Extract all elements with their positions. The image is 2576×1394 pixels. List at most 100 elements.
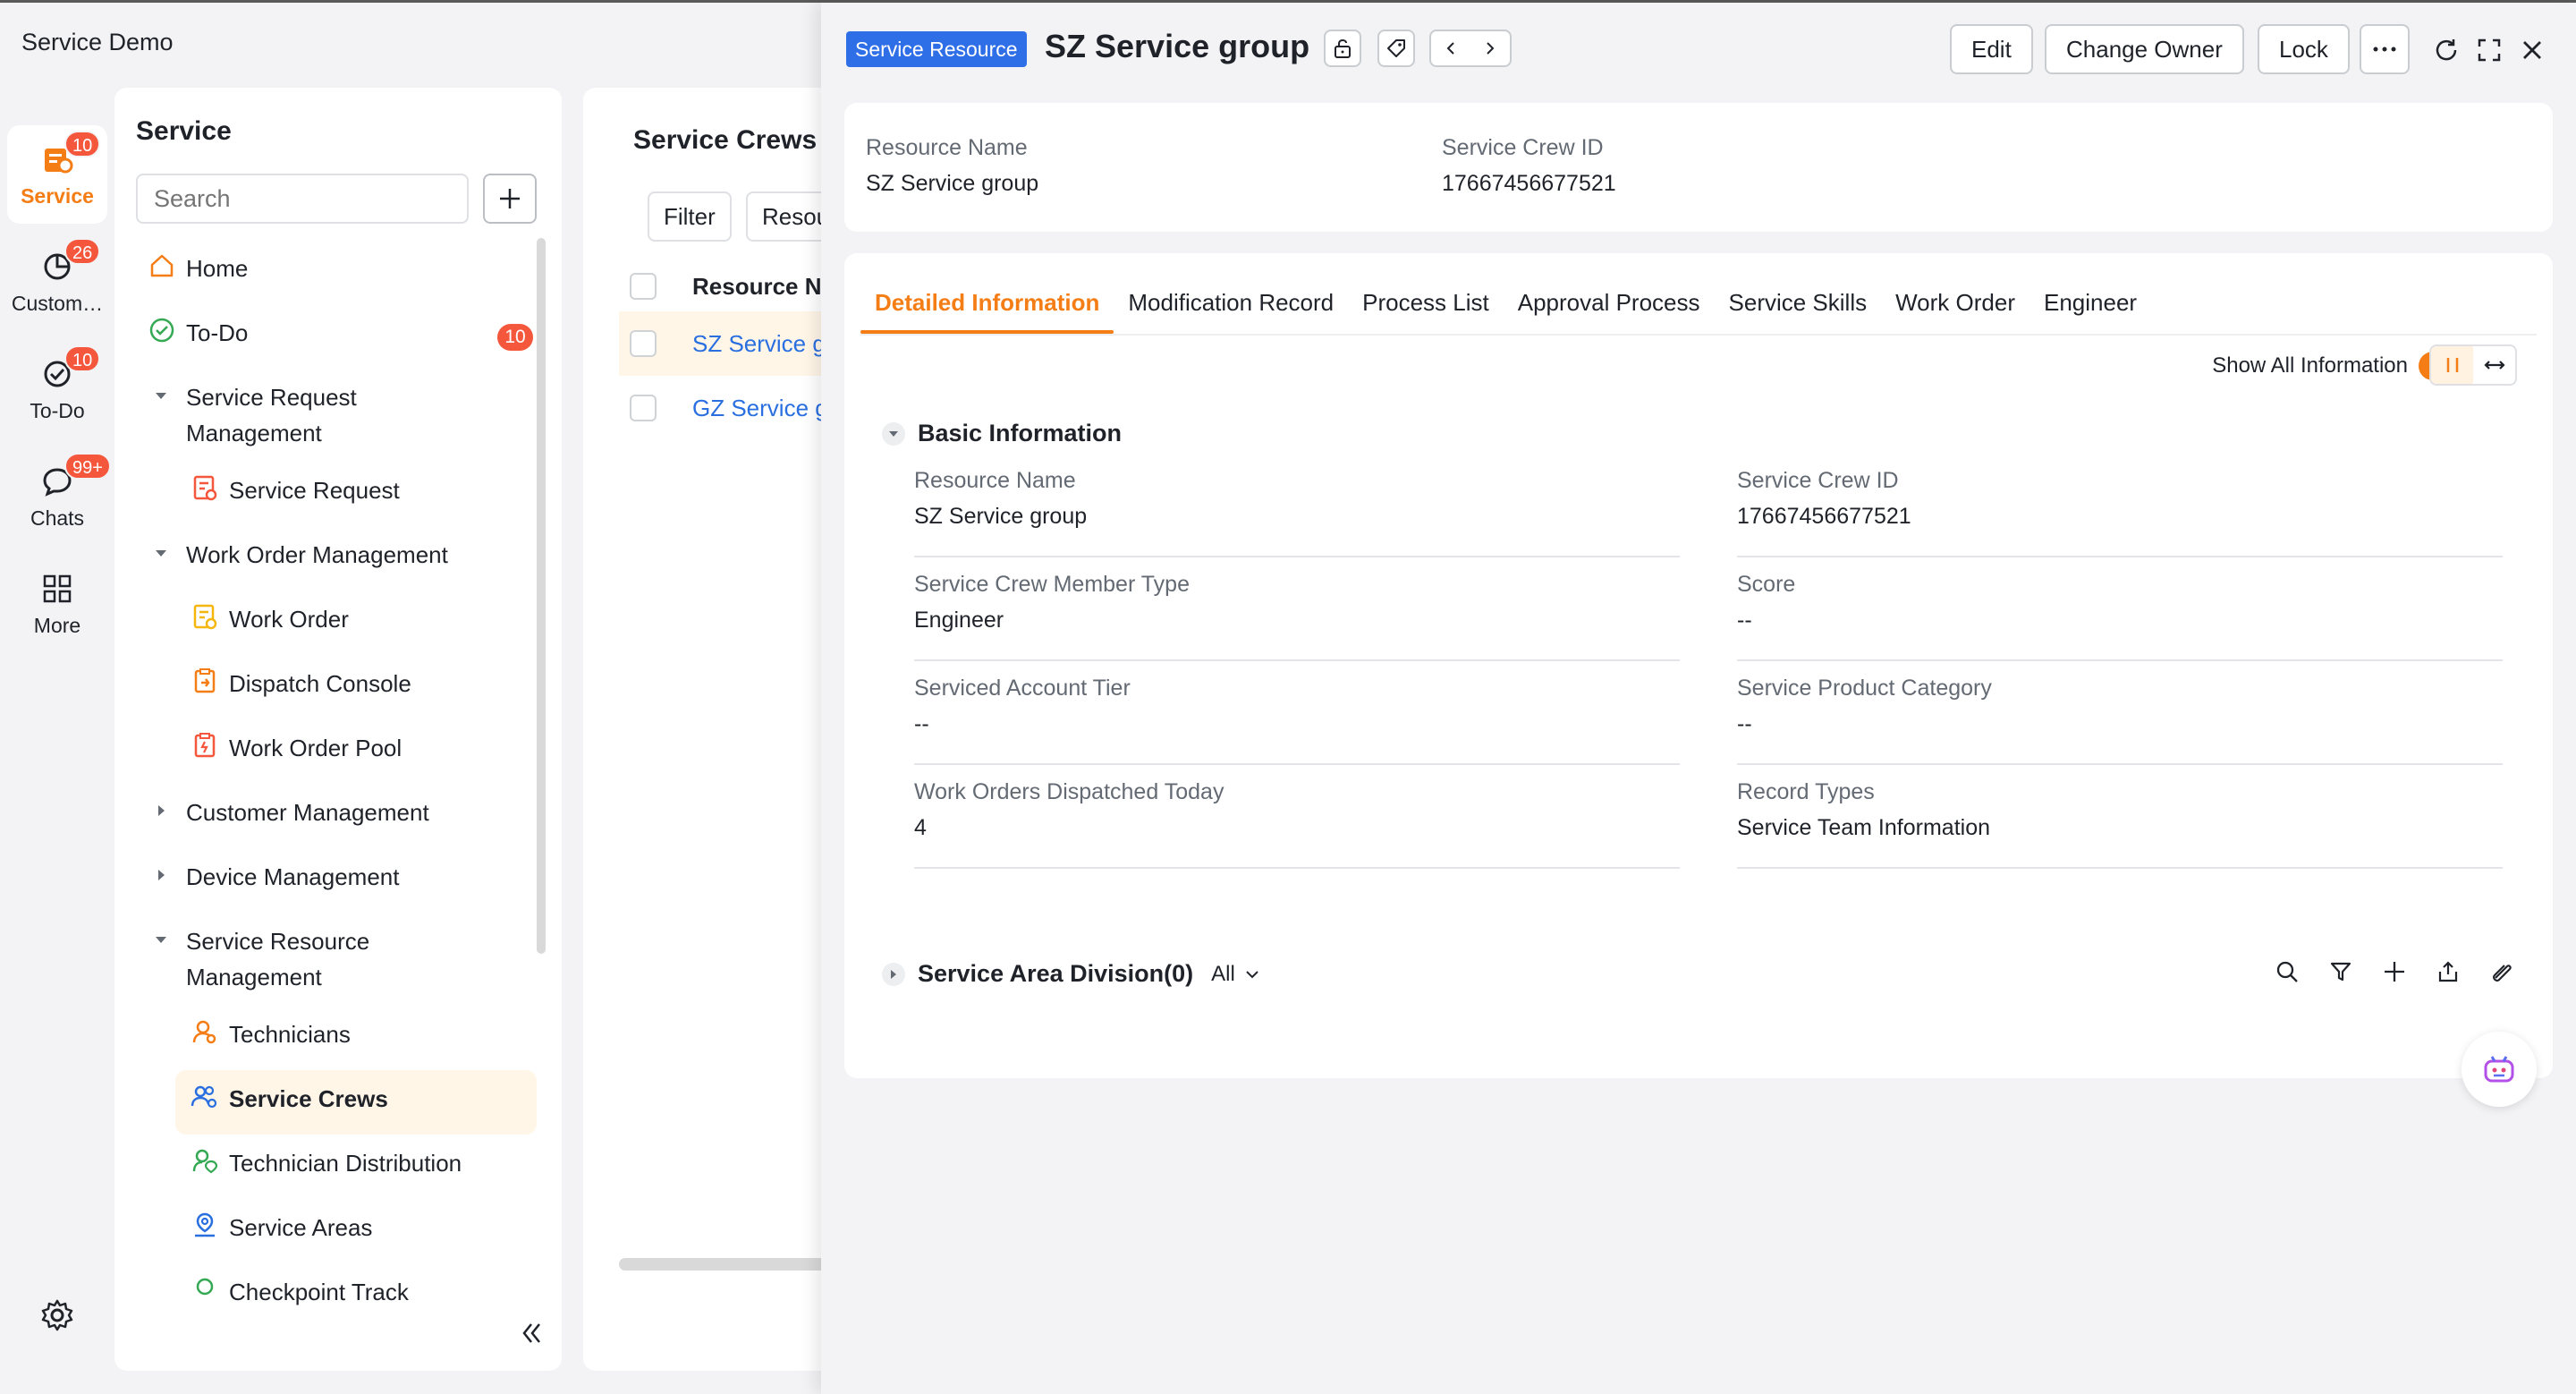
ai-assistant-icon[interactable] <box>2462 1032 2537 1107</box>
rail-badge: 10 <box>64 345 101 372</box>
chevron-right-icon[interactable] <box>1470 31 1510 65</box>
distribution-icon <box>190 1145 220 1176</box>
field-value[interactable]: Engineer <box>914 608 1004 633</box>
nav-group-service-resource[interactable]: Service Resource Management <box>114 913 544 1006</box>
nav-item-technician-distribution[interactable]: Technician Distribution <box>114 1135 544 1199</box>
caret-down-icon <box>882 421 905 446</box>
field-label: Service Crew Member Type <box>914 572 1190 597</box>
field-label: Service Product Category <box>1737 676 1992 701</box>
check-circle-icon <box>147 315 177 345</box>
rail-item-service[interactable]: Service 10 <box>7 125 107 224</box>
nav-group-device[interactable]: Device Management <box>114 848 544 913</box>
more-actions-icon[interactable] <box>2360 24 2410 74</box>
nav-item-service-areas[interactable]: Service Areas <box>114 1199 544 1263</box>
detail-header: Service Resource SZ Service group Edit C… <box>821 3 2576 96</box>
tab-engineer[interactable]: Engineer <box>2029 280 2151 334</box>
work-order-icon <box>190 601 220 632</box>
nav-item-service-crews[interactable]: Service Crews <box>175 1070 537 1135</box>
tag-icon[interactable] <box>1377 30 1415 67</box>
field-value[interactable]: -- <box>1737 711 1752 737</box>
row-checkbox[interactable] <box>630 395 657 421</box>
detail-tabs: Detailed Information Modification Record… <box>860 280 2151 334</box>
tab-approval-process[interactable]: Approval Process <box>1504 280 1715 334</box>
rail-item-customer[interactable]: Custom… 26 <box>7 233 107 331</box>
plus-icon[interactable] <box>2379 956 2410 987</box>
technician-icon <box>190 1016 220 1047</box>
nav-group-label: Service Resource Management <box>186 928 370 990</box>
record-title: SZ Service group <box>1045 28 1310 64</box>
field-value[interactable]: -- <box>914 711 929 737</box>
rail-label: To-Do <box>30 398 85 422</box>
basic-info-section-header[interactable]: Basic Information <box>882 420 1122 447</box>
tab-modification-record[interactable]: Modification Record <box>1114 280 1348 334</box>
nav-item-home[interactable]: Home <box>114 240 544 304</box>
table-row[interactable]: SZ Service g <box>619 311 852 376</box>
fullscreen-icon[interactable] <box>2474 35 2504 65</box>
nav-group-service-request[interactable]: Service Request Management <box>114 369 544 462</box>
row-link[interactable]: SZ Service g <box>692 330 826 358</box>
nav-item-work-order-pool[interactable]: Work Order Pool <box>114 719 544 784</box>
nav-item-label: Service Crews <box>229 1085 388 1112</box>
refresh-icon[interactable] <box>2431 35 2462 65</box>
field-value[interactable]: 4 <box>914 815 927 841</box>
tab-work-order[interactable]: Work Order <box>1881 280 2029 334</box>
rail-item-chats[interactable]: Chats 99+ <box>7 447 111 546</box>
row-checkbox[interactable] <box>630 330 657 357</box>
nav-scrollbar[interactable] <box>537 238 546 954</box>
filter-button[interactable]: Filter <box>648 191 732 242</box>
summary-resource-name-value: SZ Service group <box>866 171 1039 196</box>
attach-edit-icon[interactable] <box>2487 956 2517 987</box>
field-record-types: Record Types Service Team Information <box>1737 779 2503 869</box>
tab-detailed-information[interactable]: Detailed Information <box>860 280 1114 334</box>
dispatch-icon <box>190 666 220 696</box>
select-all-checkbox[interactable] <box>630 273 657 300</box>
unlock-icon[interactable] <box>1324 30 1361 67</box>
nav-search-input[interactable] <box>136 174 469 224</box>
collapse-double-chevron-icon[interactable] <box>515 1317 551 1353</box>
nav-item-checkpoint-track[interactable]: Checkpoint Track <box>114 1263 544 1328</box>
nav-item-label: Checkpoint Track <box>229 1279 409 1305</box>
plus-icon <box>500 189 520 208</box>
service-area-section-header[interactable]: Service Area Division(0) All <box>882 960 1262 988</box>
area-filter-dropdown[interactable]: All <box>1211 962 1262 987</box>
nav-item-technicians[interactable]: Technicians <box>114 1006 544 1070</box>
rail-item-todo[interactable]: To-Do 10 <box>7 340 107 438</box>
tab-process-list[interactable]: Process List <box>1348 280 1504 334</box>
list-horizontal-scrollbar[interactable] <box>619 1258 852 1271</box>
search-icon[interactable] <box>2272 956 2302 987</box>
summary-crew-id-label: Service Crew ID <box>1442 135 1604 160</box>
app-rail: Service 10 Custom… 26 To-Do 10 Chats 99+… <box>0 125 114 662</box>
rail-label: Chats <box>30 506 85 530</box>
nav-group-customer[interactable]: Customer Management <box>114 784 544 848</box>
export-icon[interactable] <box>2433 956 2463 987</box>
row-link[interactable]: GZ Service g <box>692 395 828 422</box>
nav-item-todo[interactable]: To-Do 10 <box>114 304 544 369</box>
column-header-resource-name[interactable]: Resource N <box>692 273 822 301</box>
field-value[interactable]: 17667456677521 <box>1737 504 1911 530</box>
close-icon[interactable] <box>2517 35 2547 65</box>
field-value[interactable]: -- <box>1737 608 1752 633</box>
field-value[interactable]: Service Team Information <box>1737 815 1990 841</box>
nav-item-dispatch-console[interactable]: Dispatch Console <box>114 655 544 719</box>
add-button[interactable] <box>483 174 537 224</box>
nav-group-work-order[interactable]: Work Order Management <box>114 526 544 591</box>
settings-gear-icon[interactable] <box>39 1297 75 1333</box>
expand-width-icon[interactable] <box>2473 346 2515 384</box>
filter-icon[interactable] <box>2326 956 2356 987</box>
grid-icon <box>39 571 75 607</box>
table-row[interactable]: GZ Service g <box>619 376 852 440</box>
two-column-icon[interactable] <box>2431 346 2473 384</box>
nav-item-label: Work Order <box>229 606 349 633</box>
tab-service-skills[interactable]: Service Skills <box>1715 280 1882 334</box>
edit-button[interactable]: Edit <box>1950 24 2033 74</box>
rail-badge: 99+ <box>64 453 111 480</box>
lock-button[interactable]: Lock <box>2258 24 2350 74</box>
rail-badge: 26 <box>64 238 101 265</box>
rail-item-more[interactable]: More <box>7 555 107 653</box>
nav-item-service-request[interactable]: Service Request <box>114 462 544 526</box>
field-value[interactable]: SZ Service group <box>914 504 1087 530</box>
chevron-left-icon[interactable] <box>1431 31 1470 65</box>
change-owner-button[interactable]: Change Owner <box>2045 24 2244 74</box>
tabs-divider <box>860 334 2537 336</box>
nav-item-work-order[interactable]: Work Order <box>114 591 544 655</box>
